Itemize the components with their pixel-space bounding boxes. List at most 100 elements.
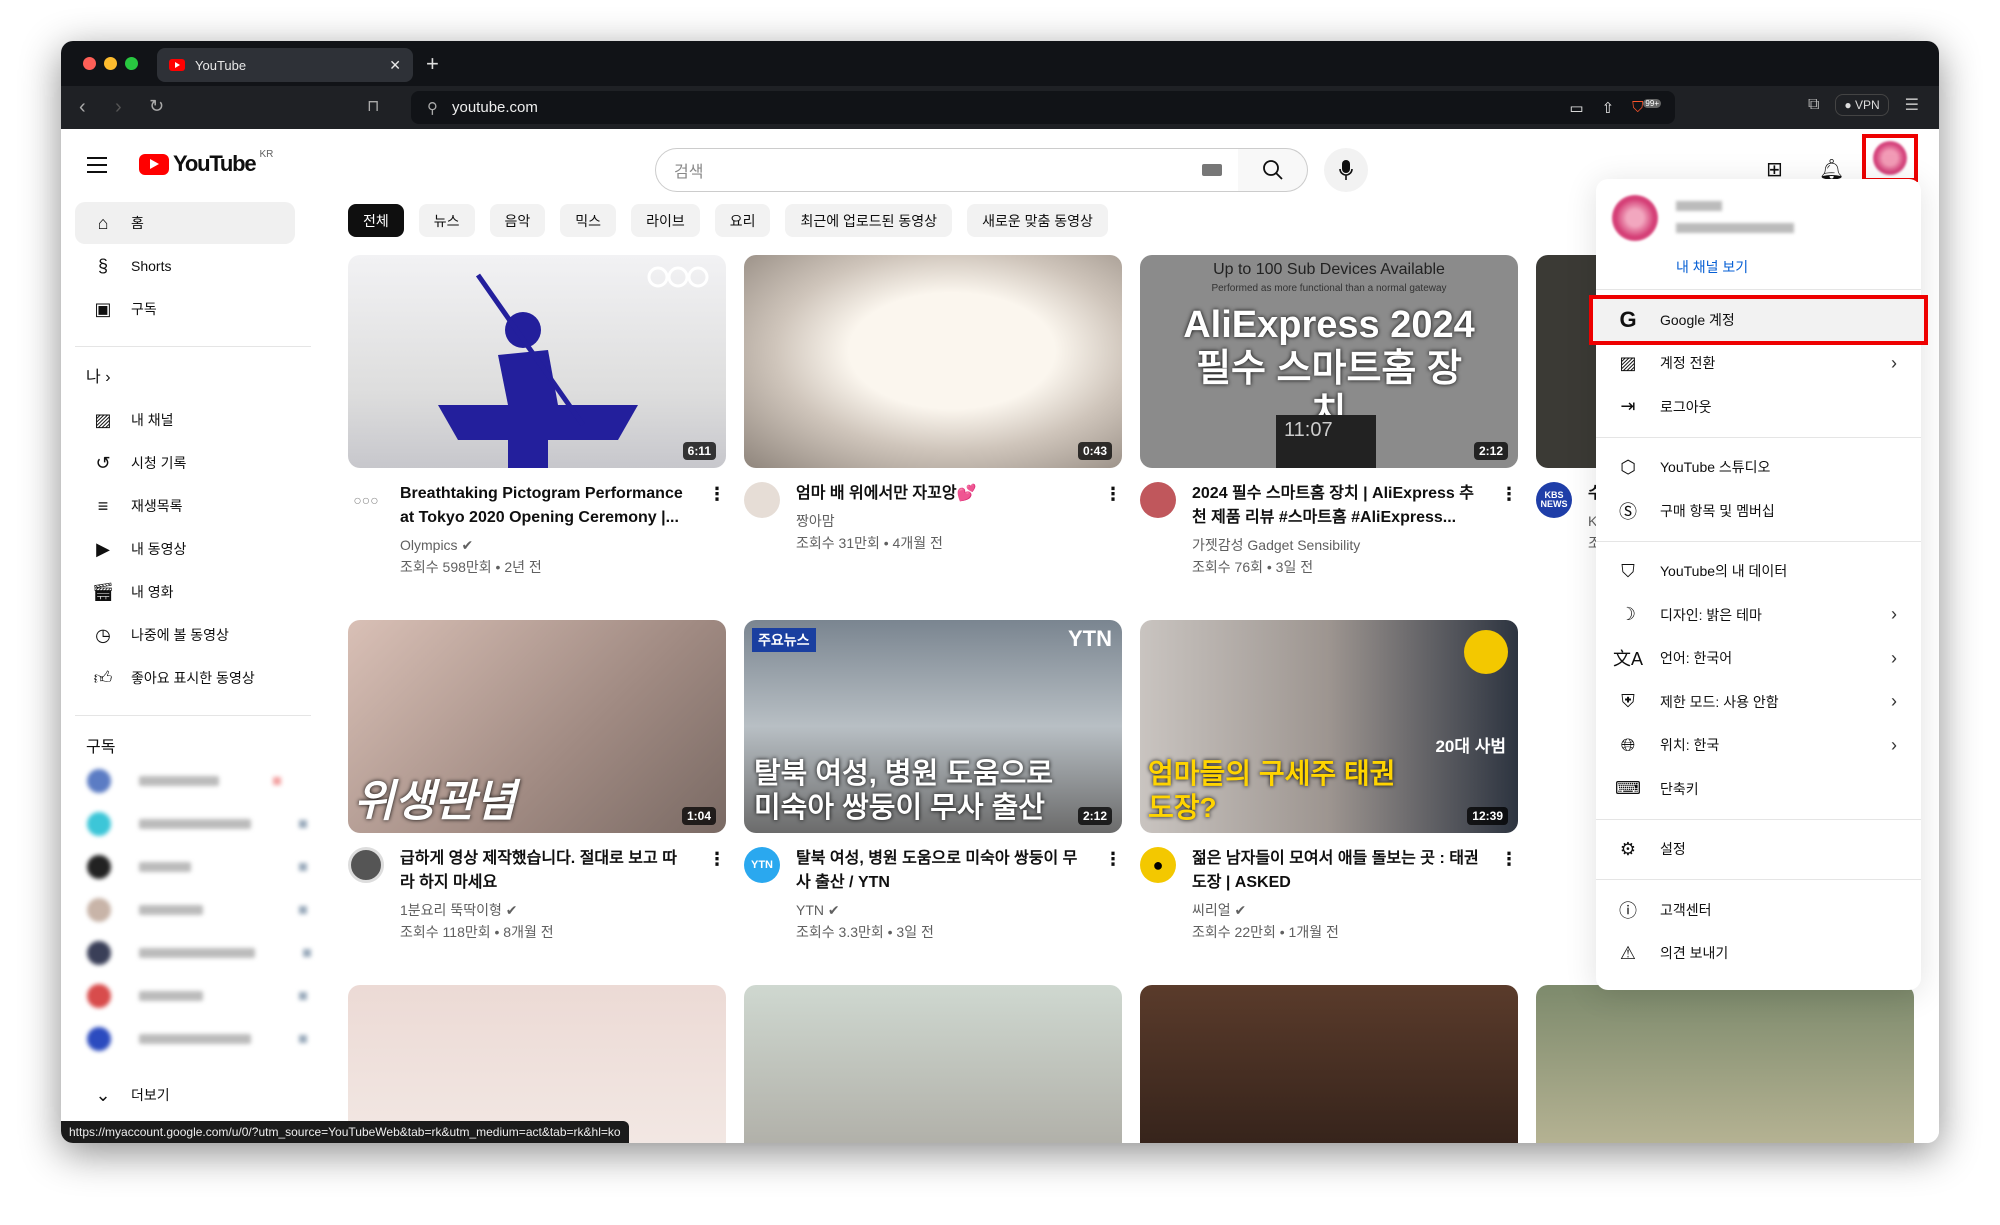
- more-actions-icon[interactable]: ⋮: [1104, 849, 1122, 870]
- chip-music[interactable]: 음악: [489, 204, 546, 237]
- video-card[interactable]: [744, 985, 1122, 1143]
- channel-name[interactable]: Olympics ✔: [400, 534, 690, 556]
- sidebar-item-my-videos[interactable]: ▶ 내 동영상: [75, 528, 295, 570]
- search-button[interactable]: [1238, 148, 1308, 192]
- sidebar-item-liked-videos[interactable]: 👍︎ 좋아요 표시한 동영상: [75, 657, 295, 699]
- minimize-window-button[interactable]: [104, 57, 117, 70]
- video-title[interactable]: 2024 필수 스마트홈 장치 | AliExpress 추천 제품 리뷰 #스…: [1192, 482, 1482, 530]
- video-thumbnail[interactable]: Up to 100 Sub Devices Available Performe…: [1140, 255, 1518, 468]
- subscription-item[interactable]: [87, 812, 307, 836]
- video-thumbnail[interactable]: 위생관념 1:04: [348, 620, 726, 833]
- menu-item-switch-account[interactable]: ▨ 계정 전환 ›: [1596, 342, 1921, 386]
- chip-live[interactable]: 라이브: [631, 204, 700, 237]
- more-actions-icon[interactable]: ⋮: [708, 484, 726, 505]
- sidebar-item-my-channel[interactable]: ▨ 내 채널: [75, 399, 295, 441]
- menu-item-shortcuts[interactable]: ⌨ 단축키: [1596, 767, 1921, 811]
- show-more-button[interactable]: ⌄ 더보기: [75, 1074, 295, 1116]
- sidebar-item-home[interactable]: ⌂ 홈: [75, 202, 295, 244]
- channel-avatar[interactable]: [1140, 482, 1176, 518]
- video-thumbnail[interactable]: 0:43: [744, 255, 1122, 468]
- account-avatar-button[interactable]: [1862, 134, 1918, 182]
- chip-cooking[interactable]: 요리: [714, 204, 771, 237]
- more-actions-icon[interactable]: ⋮: [1500, 484, 1518, 505]
- menu-item-studio[interactable]: ⬡ YouTube 스튜디오: [1596, 446, 1921, 490]
- new-tab-button[interactable]: +: [426, 51, 439, 77]
- menu-item-appearance[interactable]: ☽ 디자인: 밝은 테마 ›: [1596, 593, 1921, 637]
- video-card[interactable]: Up to 100 Sub Devices Available Performe…: [1140, 255, 1518, 578]
- video-thumbnail[interactable]: [1140, 985, 1518, 1143]
- video-title[interactable]: 엄마 배 위에서만 자꼬앙💕: [796, 482, 1086, 506]
- bookmark-icon[interactable]: ⊓: [367, 96, 379, 116]
- video-thumbnail[interactable]: 주요뉴스 YTN 탈북 여성, 병원 도움으로 미숙아 쌍둥이 무사 출산 2:…: [744, 620, 1122, 833]
- channel-avatar[interactable]: ●: [1140, 847, 1176, 883]
- video-thumbnail[interactable]: [744, 985, 1122, 1143]
- video-title[interactable]: 급하게 영상 제작했습니다. 절대로 보고 따라 하지 마세요: [400, 847, 690, 895]
- back-icon[interactable]: ‹: [79, 96, 86, 119]
- menu-item-help[interactable]: ⓘ 고객센터: [1596, 888, 1921, 932]
- video-thumbnail[interactable]: [348, 985, 726, 1143]
- forward-icon[interactable]: ›: [115, 96, 122, 119]
- chip-new-to-you[interactable]: 새로운 맞춤 동영상: [967, 204, 1108, 237]
- subscription-item[interactable]: [87, 898, 307, 922]
- channel-avatar[interactable]: [744, 482, 780, 518]
- more-actions-icon[interactable]: ⋮: [1104, 484, 1122, 505]
- channel-name[interactable]: 1분요리 뚝딱이형 ✔: [400, 899, 690, 921]
- voice-search-button[interactable]: [1324, 148, 1368, 192]
- channel-avatar[interactable]: [348, 847, 384, 883]
- menu-item-settings[interactable]: ⚙ 설정: [1596, 828, 1921, 872]
- video-card[interactable]: 주요뉴스 YTN 탈북 여성, 병원 도움으로 미숙아 쌍둥이 무사 출산 2:…: [744, 620, 1122, 943]
- olympics-rings-avatar[interactable]: ○○○: [348, 482, 384, 518]
- subscription-item[interactable]: [87, 984, 307, 1008]
- channel-name[interactable]: 가젯감성 Gadget Sensibility: [1192, 534, 1482, 556]
- video-card[interactable]: 20대 사범 엄마들의 구세주 태권도장? 12:39 ● 젊은 남자들이 모여서…: [1140, 620, 1518, 943]
- keyboard-icon[interactable]: [1202, 164, 1222, 176]
- video-thumbnail[interactable]: [1536, 985, 1914, 1143]
- video-title[interactable]: Breathtaking Pictogram Performance at To…: [400, 482, 690, 530]
- menu-item-your-data[interactable]: ⛉ YouTube의 내 데이터: [1596, 550, 1921, 594]
- video-card[interactable]: [1536, 985, 1914, 1143]
- sidebar-item-subscriptions[interactable]: ▣ 구독: [75, 288, 295, 330]
- video-card[interactable]: [1140, 985, 1518, 1143]
- menu-item-purchases[interactable]: Ⓢ 구매 항목 및 멤버십: [1596, 489, 1921, 533]
- extensions-icon[interactable]: ⧉: [1808, 96, 1819, 114]
- subscription-item[interactable]: [87, 769, 281, 793]
- chip-news[interactable]: 뉴스: [418, 204, 475, 237]
- reload-icon[interactable]: ↻: [149, 96, 164, 117]
- view-channel-link[interactable]: 내 채널 보기: [1676, 257, 1748, 277]
- sidebar-item-history[interactable]: ↺ 시청 기록: [75, 442, 295, 484]
- sidebar-item-playlists[interactable]: ≡ 재생목록: [75, 485, 295, 527]
- menu-item-sign-out[interactable]: ⇥ 로그아웃: [1596, 385, 1921, 429]
- menu-item-language[interactable]: 文A 언어: 한국어 ›: [1596, 637, 1921, 681]
- search-input[interactable]: 검색: [655, 148, 1239, 192]
- video-card[interactable]: 0:43 엄마 배 위에서만 자꼬앙💕 짱아맘 조회수 31만회 • 4개월 전 ⋮: [744, 255, 1122, 554]
- sidebar-item-my-movies[interactable]: 🎬︎ 내 영화: [75, 571, 295, 613]
- menu-item-feedback[interactable]: ⚠ 의견 보내기: [1596, 932, 1921, 976]
- video-card[interactable]: 위생관념 1:04 급하게 영상 제작했습니다. 절대로 보고 따라 하지 마세…: [348, 620, 726, 943]
- youtube-logo[interactable]: YouTube KR: [139, 149, 273, 177]
- menu-item-google-account[interactable]: G Google 계정: [1589, 295, 1928, 345]
- subscription-item[interactable]: [87, 941, 311, 965]
- close-window-button[interactable]: [83, 57, 96, 70]
- channel-name[interactable]: YTN ✔: [796, 899, 1086, 921]
- tab-youtube[interactable]: YouTube ✕: [157, 48, 413, 82]
- channel-name[interactable]: 짱아맘: [796, 510, 1086, 532]
- brave-shields-icon[interactable]: ⛉ 99+: [1632, 99, 1661, 116]
- channel-name[interactable]: 씨리얼 ✔: [1192, 899, 1482, 921]
- cast-icon[interactable]: ▭: [1569, 99, 1583, 117]
- you-section-heading[interactable]: 나 ›: [86, 363, 111, 387]
- chip-recently-uploaded[interactable]: 최근에 업로드된 동영상: [785, 204, 953, 237]
- video-thumbnail[interactable]: 6:11: [348, 255, 726, 468]
- video-card[interactable]: [348, 985, 726, 1143]
- menu-item-location[interactable]: 🌐︎ 위치: 한국 ›: [1596, 724, 1921, 768]
- video-title[interactable]: 탈북 여성, 병원 도움으로 미숙아 쌍둥이 무사 출산 / YTN: [796, 847, 1086, 895]
- more-actions-icon[interactable]: ⋮: [1500, 849, 1518, 870]
- kbs-news-avatar[interactable]: KBS NEWS: [1536, 482, 1572, 518]
- video-title[interactable]: 젊은 남자들이 모여서 애들 돌보는 곳 : 태권도장 | ASKED: [1192, 847, 1482, 895]
- close-tab-icon[interactable]: ✕: [389, 57, 401, 74]
- sidebar-item-watch-later[interactable]: ◷ 나중에 볼 동영상: [75, 614, 295, 656]
- more-actions-icon[interactable]: ⋮: [708, 849, 726, 870]
- video-thumbnail[interactable]: 20대 사범 엄마들의 구세주 태권도장? 12:39: [1140, 620, 1518, 833]
- subscription-item[interactable]: [87, 1027, 307, 1051]
- video-card[interactable]: 6:11 ○○○ Breathtaking Pictogram Performan…: [348, 255, 726, 578]
- browser-menu-icon[interactable]: ☰: [1905, 95, 1919, 115]
